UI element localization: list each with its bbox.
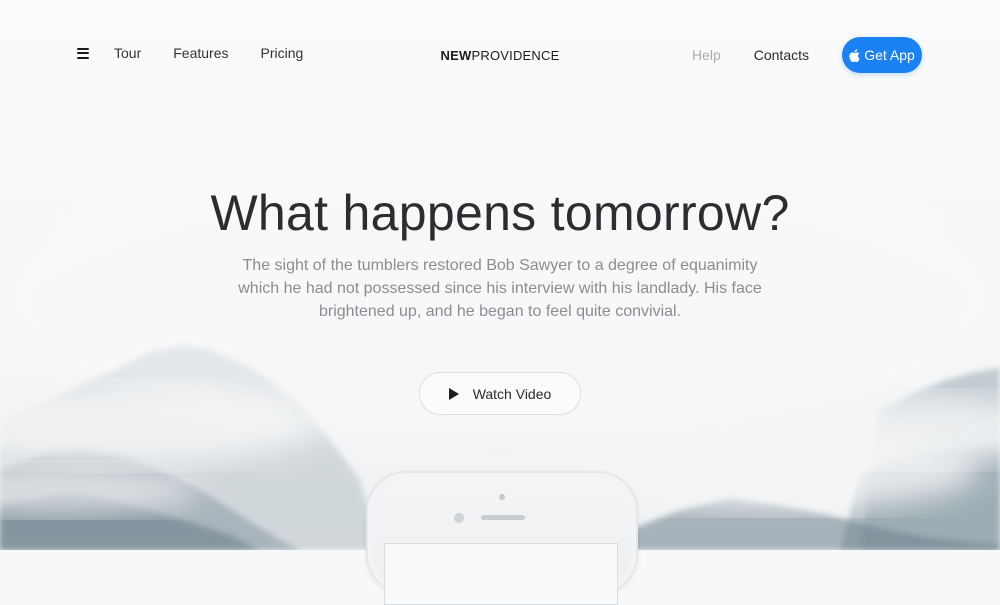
get-app-button[interactable]: Get App <box>842 37 922 73</box>
apple-icon <box>849 48 860 62</box>
brand-logo-bold-part: NEW <box>440 48 472 63</box>
watch-video-label: Watch Video <box>472 385 552 402</box>
phone-speaker <box>481 515 525 520</box>
phone-sensor <box>454 513 464 523</box>
nav-right-group: Help Contacts Get App <box>692 37 922 73</box>
play-icon <box>448 387 459 400</box>
hero-title: What happens tomorrow? <box>210 185 790 241</box>
hero-section: What happens tomorrow? The sight of the … <box>0 180 1000 323</box>
phone-mockup <box>366 471 638 605</box>
phone-camera <box>499 494 505 500</box>
get-app-label: Get App <box>864 47 915 63</box>
nav-help-link[interactable]: Help <box>692 46 721 64</box>
phone-screen <box>384 543 618 605</box>
watch-video-button[interactable]: Watch Video <box>419 372 581 415</box>
brand-logo-light-part: PROVIDENCE <box>471 48 560 63</box>
top-navigation: Tour Features Pricing NEWPROVIDENCE Help… <box>0 0 1000 110</box>
hero-subtitle: The sight of the tumblers restored Bob S… <box>238 257 762 320</box>
nav-contacts-link[interactable]: Contacts <box>754 46 809 64</box>
